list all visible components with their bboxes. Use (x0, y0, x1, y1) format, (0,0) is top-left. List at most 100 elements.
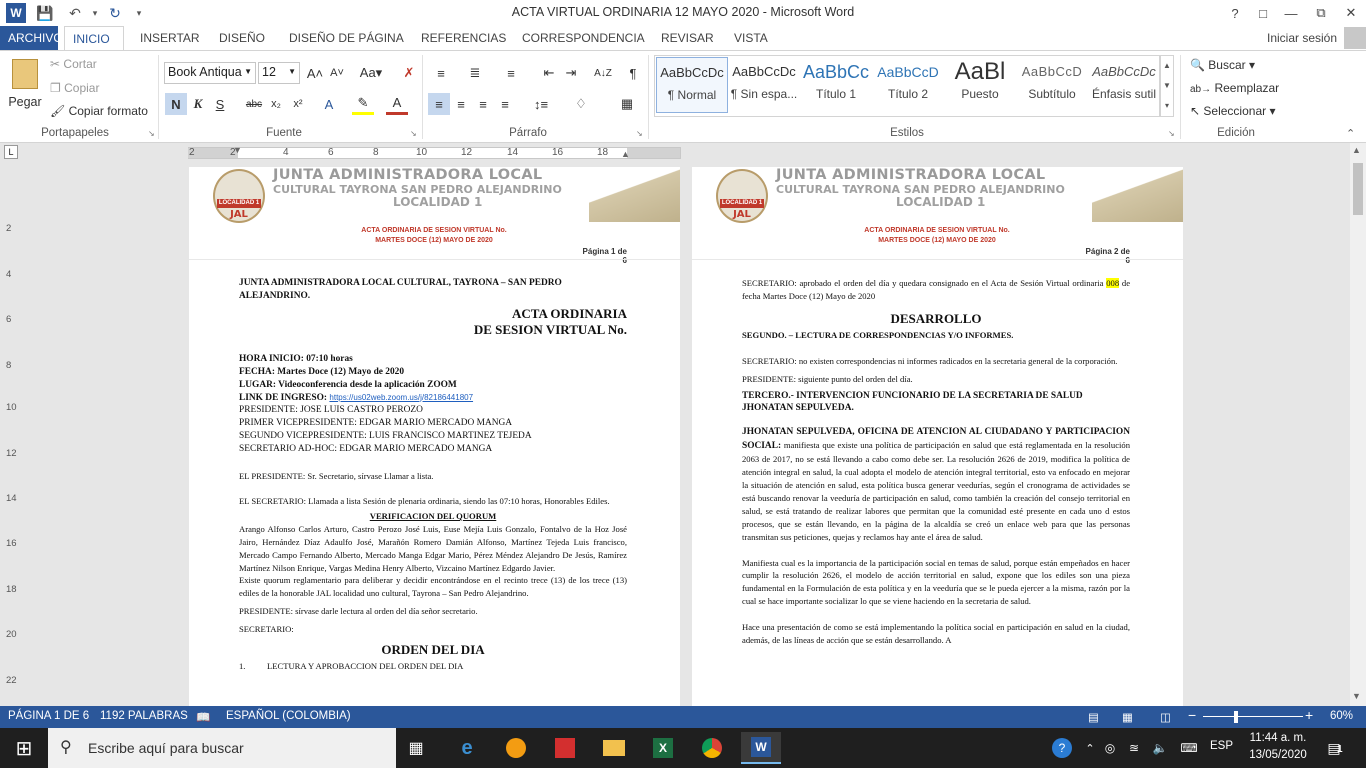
style-enfasis-sutil[interactable]: AaBbCcDc Énfasis sutil (1088, 57, 1160, 113)
clear-format-icon[interactable]: ✗ (398, 62, 420, 84)
style-sin-espaciado[interactable]: AaBbCcDc ¶ Sin espa... (728, 57, 800, 113)
style-normal[interactable]: AaBbCcDc ¶ Normal (656, 57, 728, 113)
underline-button[interactable]: S (209, 93, 231, 115)
wifi-icon[interactable]: ≊ (1124, 732, 1144, 764)
clock-date[interactable]: 13/05/2020 (1247, 749, 1309, 761)
right-indent-marker[interactable]: ▲ (621, 149, 630, 159)
volume-icon[interactable]: 🔈 (1150, 732, 1170, 764)
styles-scroll[interactable]: ▲ ▼ ▾ (1160, 55, 1174, 117)
scroll-up-icon[interactable]: ▲ (1352, 145, 1361, 155)
excel-icon[interactable]: X (643, 732, 683, 764)
clock-time[interactable]: 11:44 a. m. (1247, 732, 1309, 744)
page-1[interactable]: LOCALIDAD 1 JAL JUNTA ADMINISTRADORA LOC… (189, 167, 680, 706)
collapse-ribbon-icon[interactable]: ⌃ (1346, 127, 1355, 140)
help-tray-icon[interactable]: ? (1046, 732, 1078, 764)
font-color-icon[interactable]: A (386, 93, 408, 115)
proofing-icon[interactable]: 📖 (196, 710, 210, 724)
find-button[interactable]: 🔍 Buscar ▾ (1190, 58, 1255, 72)
decrease-indent-icon[interactable]: ⇤ (538, 62, 560, 84)
tray-chevron-icon[interactable]: ⌃ (1080, 732, 1100, 764)
borders-icon[interactable]: ▦ (616, 93, 638, 115)
styles-launcher-icon[interactable]: ↘ (1168, 129, 1175, 138)
zoom-out-icon[interactable]: − (1188, 707, 1196, 723)
paragraph-launcher-icon[interactable]: ↘ (636, 129, 643, 138)
change-case-icon[interactable]: Aa▾ (356, 62, 386, 84)
paste-button[interactable]: Pegar (6, 55, 44, 121)
align-left-button[interactable]: ≡ (428, 93, 450, 115)
word-taskbar-icon[interactable]: W (741, 732, 781, 764)
style-titulo-2[interactable]: AaBbCcD Título 2 (872, 57, 944, 113)
style-puesto[interactable]: AaBl Puesto (944, 57, 1016, 113)
increase-indent-icon[interactable]: ⇥ (560, 62, 582, 84)
scroll-thumb[interactable] (1353, 163, 1363, 215)
line-spacing-icon[interactable]: ↕≡ (530, 93, 552, 115)
tab-diseno-pagina[interactable]: DISEÑO DE PÁGINA (281, 26, 412, 50)
highlight-icon[interactable]: ✎ (352, 93, 374, 115)
web-layout-icon[interactable]: ◫ (1160, 710, 1171, 724)
zoom-link[interactable]: https://us02web.zoom.us/j/82186441807 (329, 393, 473, 402)
multilevel-list-icon[interactable]: ≡ (500, 62, 522, 84)
text-effects-icon[interactable]: A (318, 93, 340, 115)
network-icon[interactable]: ◎ (1100, 732, 1120, 764)
align-right-button[interactable]: ≡ (472, 93, 494, 115)
tab-inicio[interactable]: INICIO (64, 26, 124, 50)
zoom-slider-thumb[interactable] (1234, 711, 1238, 723)
language-indicator[interactable]: ESPAÑOL (COLOMBIA) (226, 710, 351, 722)
select-button[interactable]: ↖ Seleccionar ▾ (1190, 104, 1275, 118)
scroll-down-icon[interactable]: ▼ (1352, 691, 1361, 701)
bold-button[interactable]: N (165, 93, 187, 115)
user-avatar-icon[interactable] (1344, 27, 1366, 49)
page-indicator[interactable]: PÁGINA 1 DE 6 (8, 710, 89, 722)
brave-icon[interactable] (496, 732, 536, 764)
vertical-scrollbar[interactable]: ▲ ▼ (1350, 143, 1366, 706)
tab-correspondencia[interactable]: CORRESPONDENCIA (514, 26, 653, 50)
font-size-combo[interactable]: 12 ▼ (258, 62, 300, 84)
grow-font-icon[interactable]: A˄ (304, 62, 326, 84)
vertical-ruler[interactable]: 2 4 6 8 10 12 14 16 18 20 22 (0, 163, 20, 706)
indent-marker[interactable]: ▼ (233, 145, 242, 155)
close-icon[interactable]: ✕ (1336, 0, 1366, 26)
acrobat-icon[interactable] (545, 732, 585, 764)
copy-button[interactable]: ❐ Copiar (50, 81, 99, 95)
windows-start-icon[interactable]: ⊞ (4, 732, 44, 764)
superscript-button[interactable]: x² (287, 93, 309, 115)
cut-button[interactable]: ✂ Cortar (50, 57, 97, 71)
print-layout-icon[interactable]: ▦ (1122, 710, 1133, 724)
font-family-combo[interactable]: Book Antiqua ▼ (164, 62, 256, 84)
task-view-icon[interactable]: ▦ (396, 732, 436, 764)
notifications-icon[interactable]: ▤ (1318, 732, 1350, 764)
signin-link[interactable]: Iniciar sesión (1259, 26, 1345, 50)
clipboard-launcher-icon[interactable]: ↘ (148, 129, 155, 138)
font-launcher-icon[interactable]: ↘ (410, 129, 417, 138)
style-subtitulo[interactable]: AaBbCcD Subtítulo (1016, 57, 1088, 113)
sort-icon[interactable]: A↓Z (592, 62, 614, 84)
tab-insertar[interactable]: INSERTAR (132, 26, 208, 50)
shading-icon[interactable]: ♢ (570, 93, 592, 115)
zoom-slider-track[interactable] (1203, 716, 1303, 717)
keyboard-icon[interactable]: ⌨ (1176, 732, 1202, 764)
horizontal-ruler[interactable]: L 2 2 4 6 8 10 12 14 16 18 ▼ ▲ (0, 143, 1366, 163)
format-painter-button[interactable]: 🖌 Copiar formato (50, 104, 148, 118)
replace-button[interactable]: ab→ Reemplazar (1190, 81, 1279, 95)
italic-button[interactable]: K (187, 93, 209, 115)
help-button[interactable]: ? (1220, 0, 1250, 26)
zoom-in-icon[interactable]: + (1305, 707, 1313, 723)
minimize-icon[interactable]: — (1276, 0, 1306, 26)
tab-referencias[interactable]: REFERENCIAS (413, 26, 514, 50)
numbering-icon[interactable]: ≣ (464, 62, 486, 84)
tab-diseno[interactable]: DISEÑO (211, 26, 273, 50)
tab-archivo[interactable]: ARCHIVO (0, 26, 63, 50)
align-center-button[interactable]: ≡ (450, 93, 472, 115)
zoom-level[interactable]: 60% (1330, 710, 1353, 722)
style-titulo-1[interactable]: AaBbCc Título 1 (800, 57, 872, 113)
tab-selector[interactable]: L (4, 145, 18, 159)
taskbar-search[interactable]: ⚲ Escribe aquí para buscar (48, 728, 396, 768)
bullets-icon[interactable]: ≡ (430, 62, 452, 84)
subscript-button[interactable]: x₂ (265, 93, 287, 115)
shrink-font-icon[interactable]: A˅ (326, 62, 348, 84)
input-language[interactable]: ESP (1210, 740, 1233, 752)
restore-icon[interactable]: ⧉ (1306, 0, 1336, 26)
tab-revisar[interactable]: REVISAR (653, 26, 722, 50)
page-2[interactable]: LOCALIDAD 1 JAL JUNTA ADMINISTRADORA LOC… (692, 167, 1183, 706)
file-explorer-icon[interactable] (594, 732, 634, 764)
